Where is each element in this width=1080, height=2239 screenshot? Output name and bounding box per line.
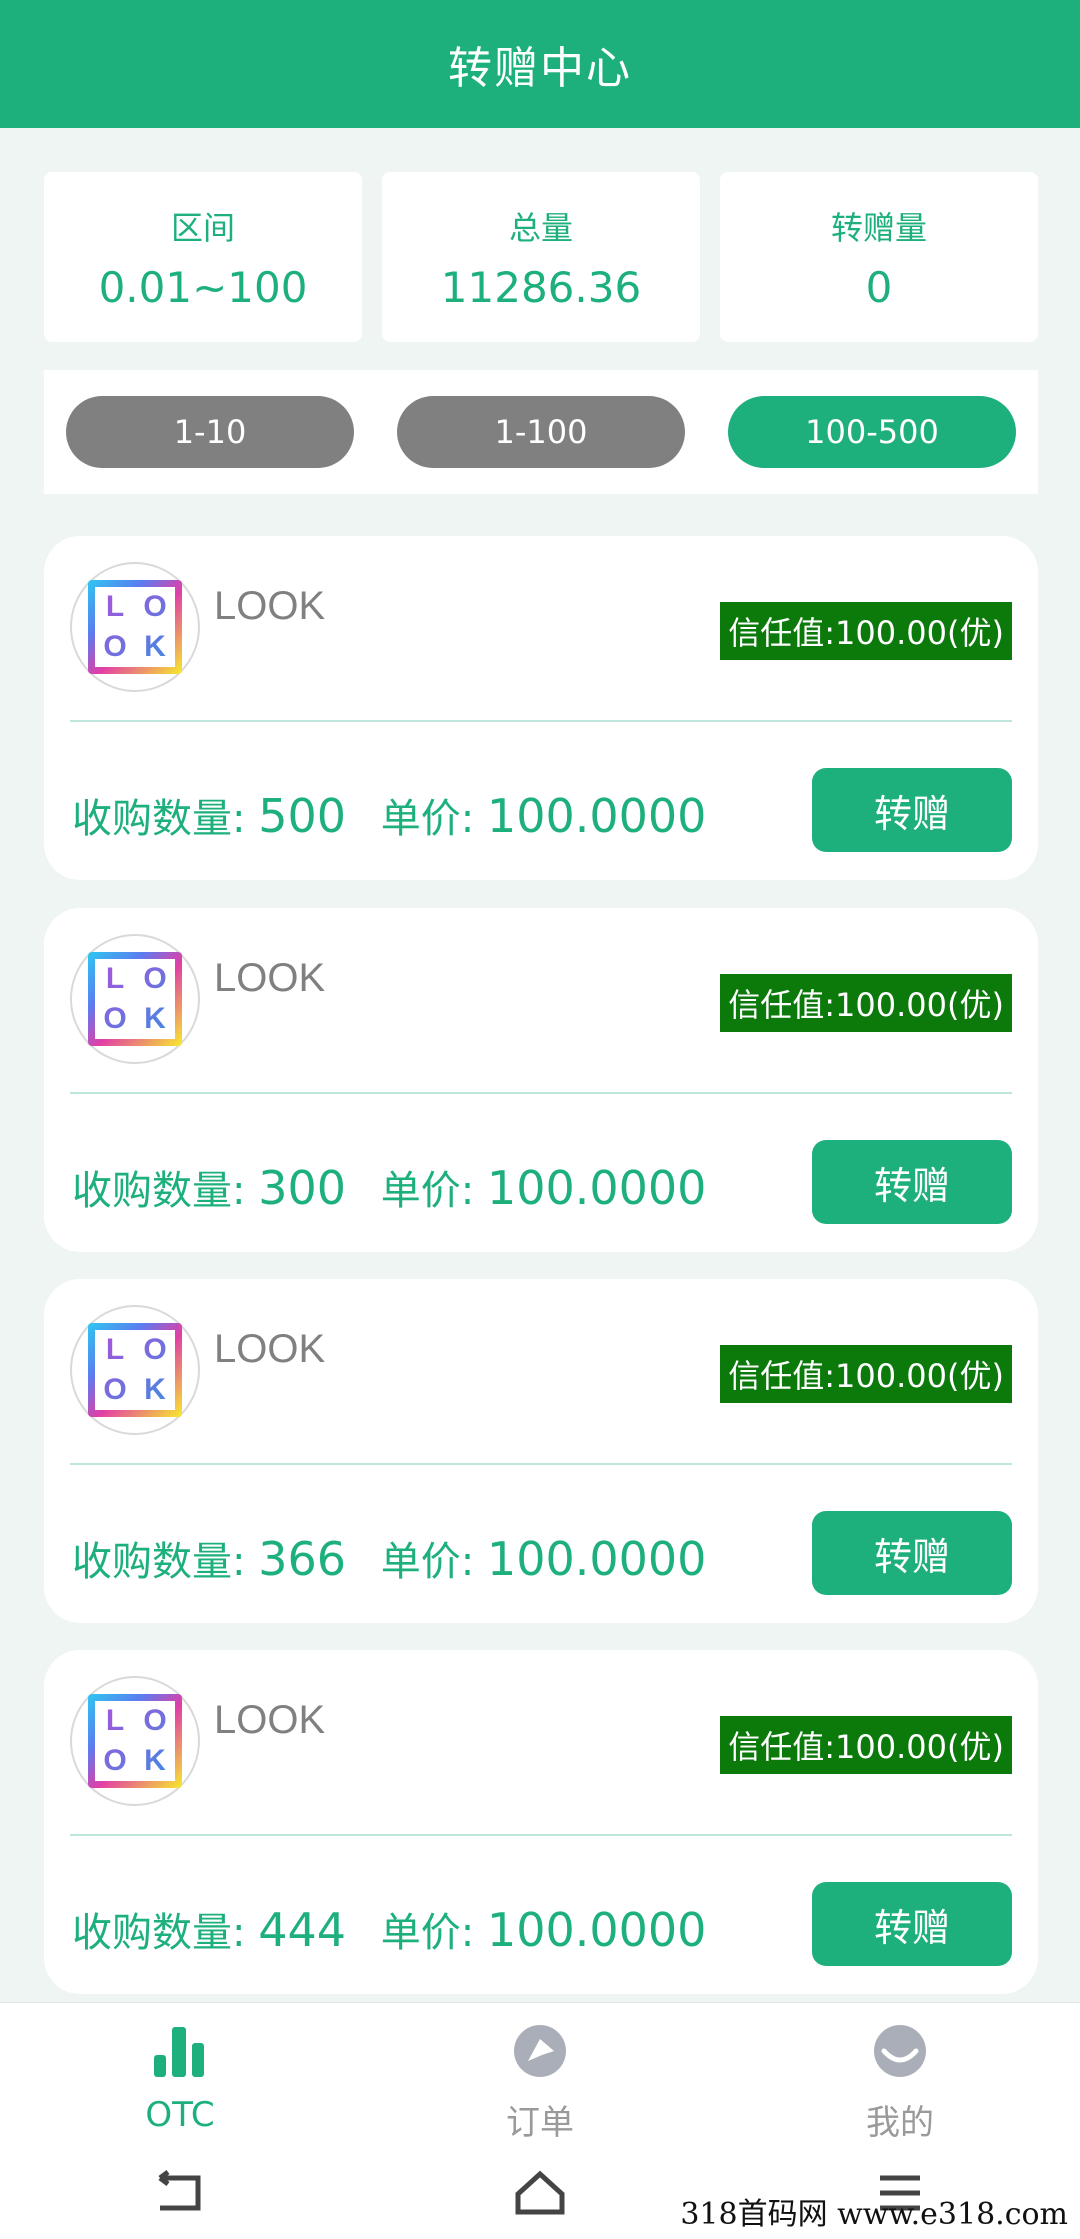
price-label: 单价: xyxy=(380,796,475,842)
order-icon xyxy=(508,2019,572,2083)
home-icon[interactable] xyxy=(510,2168,570,2222)
order-card: LOOK LOOK 信任值:100.00(优) 收购数量: 444 单价: 10… xyxy=(44,1650,1038,1994)
tab-profile[interactable]: 我的 xyxy=(720,2003,1080,2150)
stat-transferred: 转赠量 0 xyxy=(720,172,1038,342)
look-logo-icon: LOOK xyxy=(88,580,182,674)
watermark: 318首码网 www.e318.com xyxy=(680,2197,1068,2232)
tab-otc[interactable]: OTC xyxy=(0,2003,360,2150)
stat-label: 总量 xyxy=(508,208,573,247)
app-header: 转赠中心 xyxy=(0,0,1080,128)
logo-text: LOOK xyxy=(95,1330,175,1410)
range-filter-bar: 1-10 1-100 100-500 xyxy=(44,370,1038,494)
logo-text: LOOK xyxy=(95,959,175,1039)
seller-name: LOOK xyxy=(214,956,326,1000)
divider xyxy=(70,1834,1012,1836)
price-value: 100.0000 xyxy=(486,1532,707,1586)
price-label: 单价: xyxy=(380,1539,475,1585)
tab-label: 我的 xyxy=(866,2103,934,2143)
transfer-button[interactable]: 转赠 xyxy=(812,1882,1012,1966)
trust-badge: 信任值:100.00(优) xyxy=(720,1345,1012,1403)
order-card: LOOK LOOK 信任值:100.00(优) 收购数量: 300 单价: 10… xyxy=(44,908,1038,1252)
look-logo-icon: LOOK xyxy=(88,952,182,1046)
transfer-button[interactable]: 转赠 xyxy=(812,1140,1012,1224)
transfer-button[interactable]: 转赠 xyxy=(812,768,1012,852)
stat-value: 0.01~100 xyxy=(98,262,308,312)
seller-avatar: LOOK xyxy=(70,1305,200,1435)
stat-range: 区间 0.01~100 xyxy=(44,172,362,342)
qty-label: 收购数量: xyxy=(72,1910,246,1956)
tab-label: 订单 xyxy=(506,2103,574,2143)
profile-icon xyxy=(868,2019,932,2083)
seller-name: LOOK xyxy=(214,584,326,628)
qty-label: 收购数量: xyxy=(72,1539,246,1585)
divider xyxy=(70,720,1012,722)
logo-text: LOOK xyxy=(95,1701,175,1781)
tab-orders[interactable]: 订单 xyxy=(360,2003,720,2150)
price-label: 单价: xyxy=(380,1168,475,1214)
tab-label: OTC xyxy=(145,2095,215,2135)
stat-value: 11286.36 xyxy=(440,262,642,312)
filter-1-10[interactable]: 1-10 xyxy=(66,396,354,468)
divider xyxy=(70,1463,1012,1465)
seller-avatar: LOOK xyxy=(70,1676,200,1806)
order-info: 收购数量: 444 单价: 100.0000 xyxy=(72,1900,706,1958)
qty-label: 收购数量: xyxy=(72,796,246,842)
look-logo-icon: LOOK xyxy=(88,1694,182,1788)
trust-badge: 信任值:100.00(优) xyxy=(720,602,1012,660)
look-logo-icon: LOOK xyxy=(88,1323,182,1417)
filter-100-500[interactable]: 100-500 xyxy=(728,396,1016,468)
qty-label: 收购数量: xyxy=(72,1168,246,1214)
qty-value: 300 xyxy=(258,1161,347,1215)
order-info: 收购数量: 300 单价: 100.0000 xyxy=(72,1158,706,1216)
order-card: LOOK LOOK 信任值:100.00(优) 收购数量: 500 单价: 10… xyxy=(44,536,1038,880)
stat-label: 转赠量 xyxy=(830,208,927,247)
qty-value: 500 xyxy=(258,789,347,843)
price-value: 100.0000 xyxy=(486,1161,707,1215)
price-value: 100.0000 xyxy=(486,1903,707,1957)
qty-value: 444 xyxy=(258,1903,347,1957)
logo-text: LOOK xyxy=(95,587,175,667)
bar-chart-icon xyxy=(148,2019,212,2083)
filter-1-100[interactable]: 1-100 xyxy=(397,396,685,468)
stat-total: 总量 11286.36 xyxy=(382,172,700,342)
bottom-tab-bar: OTC 订单 我的 xyxy=(0,2002,1080,2150)
trust-badge: 信任值:100.00(优) xyxy=(720,974,1012,1032)
seller-name: LOOK xyxy=(214,1698,326,1742)
price-label: 单价: xyxy=(380,1910,475,1956)
stats-row: 区间 0.01~100 总量 11286.36 转赠量 0 xyxy=(44,172,1038,342)
order-info: 收购数量: 366 单价: 100.0000 xyxy=(72,1529,706,1587)
seller-name: LOOK xyxy=(214,1327,326,1371)
order-info: 收购数量: 500 单价: 100.0000 xyxy=(72,786,706,844)
seller-avatar: LOOK xyxy=(70,562,200,692)
seller-avatar: LOOK xyxy=(70,934,200,1064)
order-card: LOOK LOOK 信任值:100.00(优) 收购数量: 366 单价: 10… xyxy=(44,1279,1038,1623)
trust-badge: 信任值:100.00(优) xyxy=(720,1716,1012,1774)
divider xyxy=(70,1092,1012,1094)
stat-label: 区间 xyxy=(170,208,235,247)
transfer-button[interactable]: 转赠 xyxy=(812,1511,1012,1595)
page-title: 转赠中心 xyxy=(448,43,632,94)
qty-value: 366 xyxy=(258,1532,347,1586)
back-icon[interactable] xyxy=(150,2168,210,2222)
stat-value: 0 xyxy=(865,262,893,312)
price-value: 100.0000 xyxy=(486,789,707,843)
